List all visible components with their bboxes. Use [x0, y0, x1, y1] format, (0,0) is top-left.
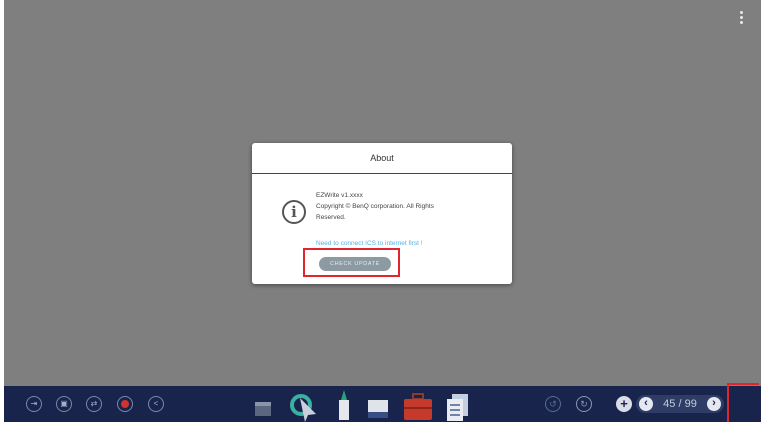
bottom-toolbar: ⇥ ▣ ⇄ < ↺ ↻ + ‹ 45 / 99 › — [4, 386, 761, 422]
rectangle-tool-icon[interactable] — [366, 398, 390, 420]
documents-icon[interactable] — [444, 392, 470, 422]
highlight-box-menu — [727, 383, 759, 422]
switch-icon[interactable]: ⇄ — [86, 396, 102, 412]
redo-icon[interactable]: ↻ — [576, 396, 592, 412]
dialog-title: About — [252, 143, 512, 174]
page-navigator: ‹ 45 / 99 › — [636, 395, 724, 413]
add-page-button[interactable]: + — [616, 396, 632, 412]
highlight-box-check-update — [303, 248, 400, 277]
toolbox-icon[interactable] — [402, 392, 434, 422]
app-version: EZWrite v1.xxxx — [316, 192, 363, 199]
next-page-button[interactable]: › — [707, 397, 721, 411]
info-icon: i — [282, 200, 306, 224]
copyright-text: Copyright © BenQ corporation. All Rights — [316, 203, 434, 210]
about-info: EZWrite v1.xxxx Copyright © BenQ corpora… — [316, 190, 496, 223]
page-indicator: 45 / 99 — [663, 398, 697, 410]
record-icon[interactable] — [117, 396, 133, 412]
share-icon[interactable]: < — [148, 396, 164, 412]
previous-page-button[interactable]: ‹ — [639, 397, 653, 411]
select-pointer-icon[interactable] — [288, 388, 322, 422]
more-menu-icon[interactable] — [737, 10, 745, 26]
exit-icon[interactable]: ⇥ — [26, 396, 42, 412]
copyright-text-cont: Reserved. — [316, 214, 346, 221]
undo-icon[interactable]: ↺ — [545, 396, 561, 412]
save-icon[interactable]: ▣ — [56, 396, 72, 412]
eraser-icon[interactable] — [252, 396, 274, 418]
connect-internet-note: Need to connect ICS to internet first ! — [316, 240, 423, 247]
marker-pen-icon[interactable] — [334, 388, 354, 422]
